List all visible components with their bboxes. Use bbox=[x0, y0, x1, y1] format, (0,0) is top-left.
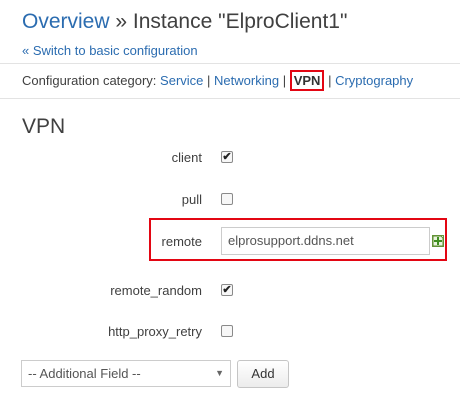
category-separator: | bbox=[328, 73, 332, 88]
client-label: client bbox=[171, 150, 202, 165]
additional-field-select[interactable]: -- Additional Field -- ▼ bbox=[21, 360, 231, 387]
category-label: Configuration category: bbox=[22, 73, 157, 88]
checkmark-icon: ✔ bbox=[222, 151, 232, 163]
title-separator: » bbox=[109, 10, 133, 33]
configuration-category: Configuration category: Service | Networ… bbox=[22, 70, 413, 91]
client-checkbox[interactable]: ✔ bbox=[221, 151, 233, 163]
category-bar: Configuration category: Service | Networ… bbox=[0, 63, 460, 99]
add-row-icon[interactable] bbox=[432, 235, 444, 247]
additional-field-value: -- Additional Field -- bbox=[28, 366, 141, 381]
instance-title: Instance "ElproClient1" bbox=[132, 10, 348, 33]
remote-random-label: remote_random bbox=[110, 283, 202, 298]
category-separator: | bbox=[282, 73, 287, 88]
page-title: Overview » Instance "ElproClient1" bbox=[22, 10, 347, 34]
category-networking-link[interactable]: Networking bbox=[214, 73, 279, 88]
remote-random-checkbox[interactable]: ✔ bbox=[221, 284, 233, 296]
category-vpn-active[interactable]: VPN bbox=[289, 70, 325, 91]
add-button[interactable]: Add bbox=[237, 360, 289, 388]
remote-input[interactable]: elprosupport.ddns.net bbox=[221, 227, 430, 255]
chevron-down-icon: ▼ bbox=[215, 368, 224, 378]
switch-basic-config-link[interactable]: « Switch to basic configuration bbox=[22, 43, 198, 58]
category-cryptography-link[interactable]: Cryptography bbox=[335, 73, 413, 88]
category-service-link[interactable]: Service bbox=[160, 73, 203, 88]
pull-label: pull bbox=[181, 192, 202, 207]
pull-checkbox[interactable] bbox=[221, 193, 233, 205]
remote-label: remote bbox=[161, 234, 202, 249]
http-proxy-retry-checkbox[interactable] bbox=[221, 325, 233, 337]
http-proxy-retry-label: http_proxy_retry bbox=[108, 324, 202, 339]
category-separator: | bbox=[207, 73, 211, 88]
overview-link[interactable]: Overview bbox=[22, 10, 110, 33]
section-title: VPN bbox=[22, 115, 66, 138]
checkmark-icon: ✔ bbox=[222, 284, 232, 296]
